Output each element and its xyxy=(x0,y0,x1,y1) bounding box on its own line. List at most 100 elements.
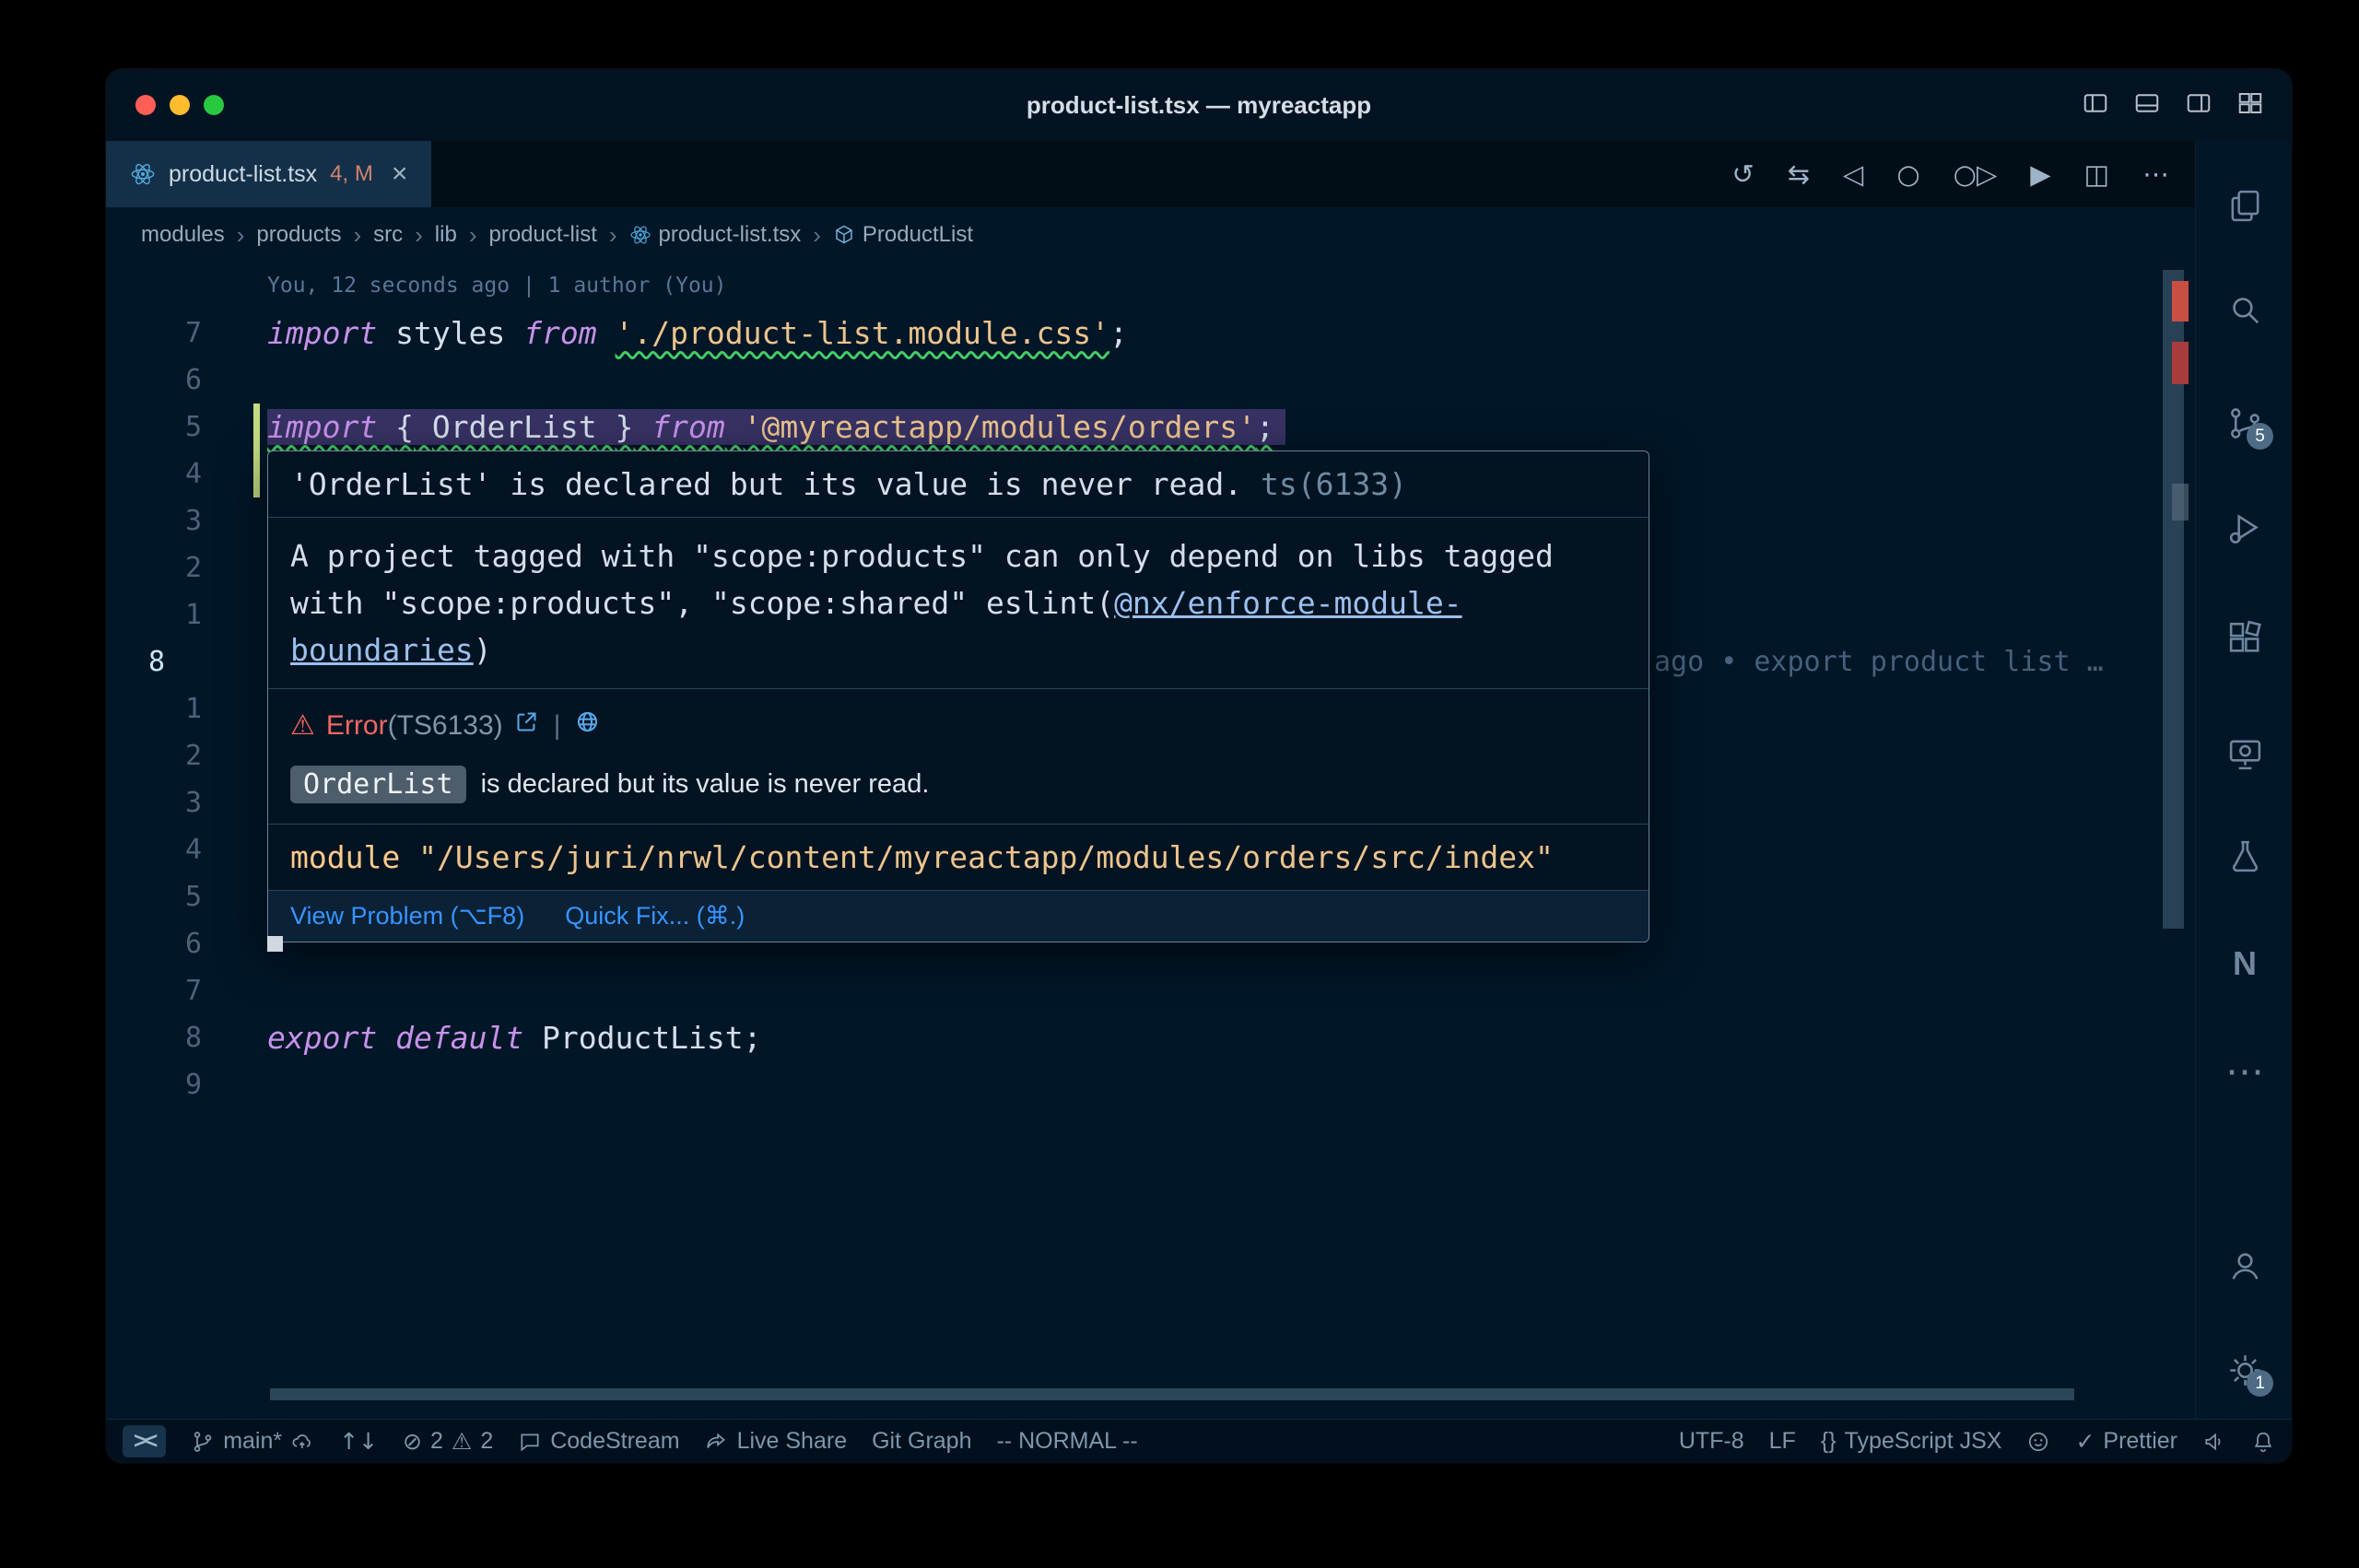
git-graph-item[interactable]: Git Graph xyxy=(872,1428,971,1455)
testing-flask-icon[interactable] xyxy=(2224,835,2266,877)
minimap-error-mark xyxy=(2172,342,2189,384)
editor-toolbar: ↺ ⇆ ◁ ○ ○▷ ▶ ◫ ⋯ xyxy=(1731,141,2195,207)
run-and-debug-icon[interactable] xyxy=(2224,506,2266,548)
line-number: 9 xyxy=(106,1061,202,1108)
quick-fix-action[interactable]: Quick Fix... (⌘.) xyxy=(565,902,745,930)
announ​cement-icon[interactable] xyxy=(2202,1430,2226,1454)
string-orders-module-path: '@myreactapp/modules/orders' xyxy=(744,409,1256,445)
hover-error-lens: ⚠ Error(TS6133) | OrderList is declared … xyxy=(268,689,1649,824)
encoding-item[interactable]: UTF-8 xyxy=(1679,1428,1744,1455)
remote-indicator[interactable]: >< xyxy=(123,1425,166,1457)
line-number: 1 xyxy=(106,591,202,638)
eol-item[interactable]: LF xyxy=(1769,1428,1796,1455)
search-icon[interactable] xyxy=(2224,288,2266,331)
more-actions-icon[interactable]: ⋯ xyxy=(2142,158,2169,190)
punctuation: } xyxy=(616,409,634,445)
line-number: 3 xyxy=(106,497,202,544)
timeline-history-icon[interactable]: ↺ xyxy=(1731,158,1754,190)
breadcrumb: modules › products › src › lib › product… xyxy=(106,207,2195,263)
split-editor-icon[interactable]: ◫ xyxy=(2084,158,2109,190)
next-change-icon[interactable]: ○▷ xyxy=(1954,158,1998,190)
feedback-smiley-icon[interactable] xyxy=(2026,1430,2050,1454)
zoom-window-button[interactable] xyxy=(204,95,224,115)
git-change-indicator xyxy=(253,404,260,497)
nx-console-icon[interactable]: N xyxy=(2224,942,2266,985)
horizontal-scrollbar[interactable] xyxy=(270,1388,2074,1400)
language-mode-item[interactable]: {} TypeScript JSX xyxy=(1821,1428,2002,1455)
prettier-label: Prettier xyxy=(2103,1428,2177,1455)
codestream-icon xyxy=(518,1430,542,1454)
line-number: 6 xyxy=(106,920,202,967)
notifications-bell-icon[interactable] xyxy=(2251,1430,2275,1454)
toggle-panel-icon[interactable] xyxy=(2133,89,2161,122)
settings-gear-icon[interactable]: 1 xyxy=(2224,1349,2266,1391)
extensions-icon[interactable] xyxy=(2224,617,2266,660)
breadcrumb-lib[interactable]: lib xyxy=(435,222,457,248)
react-icon xyxy=(629,224,651,246)
run-file-icon[interactable]: ▶ xyxy=(2030,158,2050,190)
breadcrumb-file[interactable]: product-list.tsx xyxy=(629,222,802,248)
breadcrumb-product-list[interactable]: product-list xyxy=(488,222,596,248)
keyword-module: module xyxy=(290,839,400,875)
codestream-item[interactable]: CodeStream xyxy=(518,1428,679,1455)
view-problem-action[interactable]: View Problem (⌥F8) xyxy=(290,902,524,930)
symbol-box-icon xyxy=(833,224,855,246)
code-editor[interactable]: 76543218123456789 You, 12 seconds ago | … xyxy=(106,263,2195,1419)
breadcrumb-modules[interactable]: modules xyxy=(141,222,225,248)
errors-count: 2 xyxy=(430,1428,443,1455)
gitlens-codelens[interactable]: You, 12 seconds ago | 1 author (You) xyxy=(267,263,727,310)
compare-branch-item[interactable]: ↑↓ xyxy=(339,1428,378,1455)
breadcrumb-src[interactable]: src xyxy=(373,222,403,248)
accounts-icon[interactable] xyxy=(2224,1245,2266,1287)
toggle-sidebar-right-icon[interactable] xyxy=(2185,89,2212,122)
line-number: 1 xyxy=(106,685,202,732)
explorer-icon[interactable] xyxy=(2224,184,2266,227)
hover-module-info: module "/Users/juri/nrwl/content/myreact… xyxy=(268,825,1649,890)
compare-changes-icon[interactable]: ⇆ xyxy=(1788,158,1810,190)
braces-icon: {} xyxy=(1821,1428,1837,1455)
close-tab-icon[interactable]: × xyxy=(392,158,408,190)
line-number: 5 xyxy=(106,873,202,920)
git-branch-item[interactable]: main* xyxy=(191,1428,314,1455)
previous-change-icon[interactable]: ○ xyxy=(1896,158,1919,190)
remote-explorer-icon[interactable] xyxy=(2224,732,2266,775)
identifier-productlist: ProductList; xyxy=(542,1020,761,1056)
keyword-import: import xyxy=(267,315,377,351)
source-control-icon[interactable]: 5 xyxy=(2224,402,2266,444)
globe-icon[interactable] xyxy=(575,709,600,742)
line-number: 7 xyxy=(106,310,202,357)
tab-problems-badge: 4, M xyxy=(330,161,373,187)
keyword-from: from xyxy=(651,409,724,445)
hover-resize-handle[interactable] xyxy=(267,936,283,952)
code-line-import-orderlist: import { OrderList } from '@myreactapp/m… xyxy=(267,404,1285,451)
breadcrumb-products[interactable]: products xyxy=(256,222,341,248)
tab-product-list[interactable]: product-list.tsx 4, M × xyxy=(106,141,431,207)
react-icon xyxy=(130,161,156,187)
live-share-icon xyxy=(705,1430,729,1454)
customize-layout-icon[interactable] xyxy=(2236,89,2264,122)
toggle-sidebar-left-icon[interactable] xyxy=(2082,89,2109,122)
line-number: 6 xyxy=(106,357,202,404)
string-css-module-path: './product-list.module.css' xyxy=(616,315,1109,351)
close-window-button[interactable] xyxy=(135,95,156,115)
line-number: 4 xyxy=(106,826,202,873)
prettier-item[interactable]: ✓ Prettier xyxy=(2075,1428,2177,1456)
line-number: 7 xyxy=(106,967,202,1014)
problems-item[interactable]: ⊘ 2 ⚠ 2 xyxy=(403,1428,493,1455)
line-number: 8 xyxy=(106,1014,202,1061)
additional-views-icon[interactable]: ⋯ xyxy=(2224,1049,2266,1092)
warnings-count: 2 xyxy=(480,1428,493,1455)
ts-diagnostic-source: ts(6133) xyxy=(1261,466,1407,502)
identifier-orderlist: OrderList xyxy=(432,409,597,445)
minimap-content-mark xyxy=(2172,484,2189,521)
code-line-export-default: export default ProductList; xyxy=(267,1014,761,1061)
minimize-window-button[interactable] xyxy=(170,95,190,115)
breadcrumb-symbol[interactable]: ProductList xyxy=(833,222,973,248)
open-changes-icon[interactable]: ◁ xyxy=(1843,158,1863,190)
breadcrumb-separator: › xyxy=(813,221,821,250)
open-external-icon[interactable] xyxy=(514,709,539,742)
breadcrumb-separator: › xyxy=(469,221,477,250)
live-share-item[interactable]: Live Share xyxy=(705,1428,848,1455)
breadcrumb-separator: › xyxy=(609,221,617,250)
vscode-window: product-list.tsx — myreactapp product-li… xyxy=(106,69,2292,1463)
